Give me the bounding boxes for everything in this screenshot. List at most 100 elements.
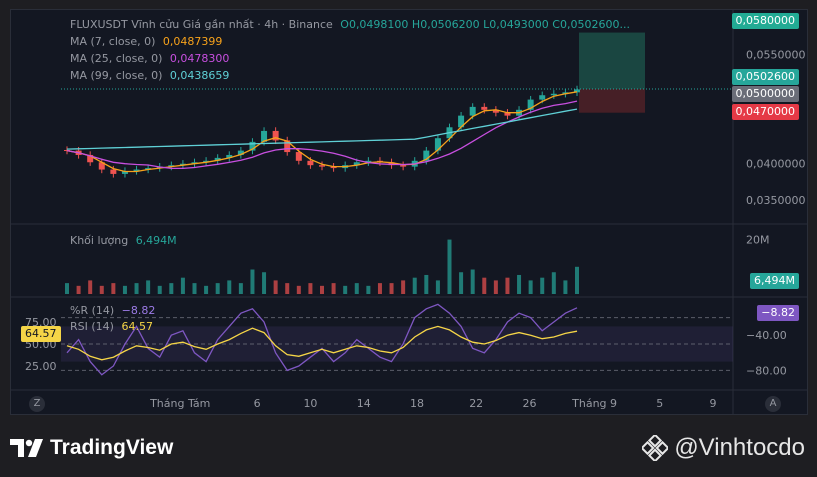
volume-bar	[377, 283, 382, 294]
ma7-label: MA (7, close, 0)	[70, 35, 156, 48]
candle-body	[539, 95, 546, 100]
volume-bar	[204, 285, 209, 294]
volume-bar	[238, 283, 243, 294]
volume-bar	[528, 280, 533, 294]
volume-bar	[563, 280, 568, 294]
target-zone	[579, 32, 645, 89]
wr-label: %R (14)	[70, 304, 115, 317]
stop-price-badge: 0,0470000	[731, 104, 799, 120]
wr-badge: −8.82	[757, 305, 799, 321]
volume-bar	[331, 283, 336, 294]
rsi-badge: 64.57	[21, 326, 61, 342]
time-tick-label: 9	[710, 397, 717, 410]
volume-bar	[122, 285, 127, 294]
timezone-button[interactable]: Z	[29, 396, 45, 412]
time-tick-label: 6	[254, 397, 261, 410]
price-tick-label: 0,0550000	[746, 48, 806, 61]
author-watermark: @Vinhtocdo	[642, 434, 805, 462]
volume-bar	[146, 280, 151, 294]
volume-bar	[227, 280, 232, 294]
stop-zone	[579, 88, 645, 113]
legend-ma99[interactable]: MA (99, close, 0) 0,0438659	[70, 69, 229, 82]
volume-bar	[157, 285, 162, 294]
volume-bar	[76, 285, 81, 294]
volume-badge: 6,494M	[750, 273, 799, 289]
volume-bar	[192, 283, 197, 294]
volume-bar	[262, 272, 267, 294]
legend-wr[interactable]: %R (14) −8.82	[70, 304, 155, 317]
volume-bar	[343, 285, 348, 294]
rsi-tick-label: 25.00	[25, 360, 57, 373]
legend-symbol-line: FLUXUSDT Vĩnh cửu Giá gần nhất · 4h · Bi…	[70, 18, 630, 31]
volume-bar	[459, 272, 464, 294]
volume-bar	[540, 277, 545, 294]
time-tick-label: 26	[522, 397, 536, 410]
volume-bar	[169, 283, 174, 294]
legend-ma25[interactable]: MA (25, close, 0) 0,0478300	[70, 52, 229, 65]
volume-bar	[412, 277, 417, 294]
volume-bar	[517, 274, 522, 294]
ohlc-values: O0,0498100 H0,0506200 L0,0493000 C0,0502…	[340, 18, 630, 31]
ma99-line	[66, 108, 578, 150]
candle-body	[469, 106, 476, 116]
volume-bar	[447, 239, 452, 294]
ma99-value: 0,0438659	[169, 69, 230, 82]
ma7-value: 0,0487399	[162, 35, 223, 48]
candle-body	[550, 93, 557, 96]
candle-body	[400, 165, 407, 167]
auto-scale-button[interactable]: A	[765, 396, 781, 412]
volume-bar	[320, 285, 324, 294]
entry-price-badge: 0,0500000	[731, 86, 799, 102]
ma99-label: MA (99, close, 0)	[70, 69, 163, 82]
volume-bar	[401, 280, 406, 294]
current-price-badge: 0,0502600	[731, 69, 799, 85]
ma7-line	[66, 91, 578, 173]
time-tick-label: 14	[357, 397, 371, 410]
time-tick-label: 22	[469, 397, 483, 410]
volume-bar	[493, 280, 498, 294]
candle-body	[319, 165, 325, 167]
volume-bar	[215, 283, 220, 294]
volume-bar	[99, 285, 104, 294]
wr-tick-label: −80.00	[746, 364, 787, 377]
binance-logo-icon	[642, 435, 669, 461]
candle-body	[481, 106, 488, 110]
volume-bar	[366, 285, 371, 294]
time-tick-label: Tháng Tám	[149, 397, 210, 410]
price-tick-label: 0,0400000	[746, 158, 806, 171]
price-tick-label: 0,0350000	[746, 194, 806, 207]
volume-bar	[111, 283, 116, 294]
volume-bar	[88, 280, 93, 294]
time-tick-label: 5	[656, 397, 663, 410]
volume-bar	[308, 283, 313, 294]
volume-bar	[285, 283, 290, 294]
volume-bar	[180, 277, 185, 294]
symbol-title: FLUXUSDT Vĩnh cửu Giá gần nhất · 4h · Bi…	[70, 18, 333, 31]
ma25-value: 0,0478300	[169, 52, 230, 65]
volume-bar	[424, 274, 429, 294]
volume-value: 6,494M	[135, 234, 177, 247]
volume-bar	[505, 277, 510, 294]
time-tick-label: Tháng 9	[571, 397, 617, 410]
volume-bar	[273, 280, 278, 294]
legend-ma7[interactable]: MA (7, close, 0) 0,0487399	[70, 35, 222, 48]
volume-bar	[296, 285, 301, 294]
rsi-label: RSI (14)	[70, 320, 114, 333]
volume-bar	[134, 283, 139, 294]
volume-bar	[551, 272, 556, 294]
volume-bar	[354, 283, 359, 294]
chart-frame[interactable]: 0,0550000 0,0400000 0,0350000 20M 75.00 50.00…	[10, 9, 808, 415]
ma25-label: MA (25, close, 0)	[70, 52, 163, 65]
tradingview-logo-icon	[10, 439, 43, 457]
candle-body	[307, 160, 314, 166]
legend-rsi[interactable]: RSI (14) 64.57	[70, 320, 153, 333]
wr-tick-label: −40.00	[746, 329, 787, 342]
legend-volume[interactable]: Khối lượng 6,494M	[70, 234, 177, 247]
wr-value: −8.82	[121, 304, 156, 317]
volume-bar	[250, 269, 255, 294]
volume-bar	[575, 266, 579, 294]
volume-bar	[435, 280, 440, 294]
volume-label: Khối lượng	[70, 234, 129, 247]
volume-bar	[470, 269, 475, 294]
volume-bar	[65, 283, 69, 294]
